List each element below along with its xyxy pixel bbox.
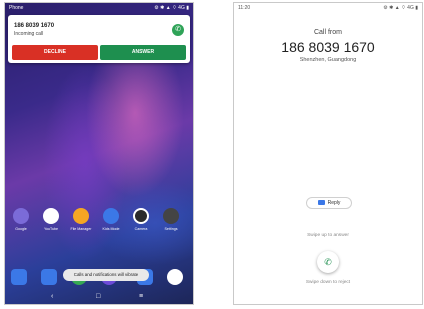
app-label: Settings	[164, 227, 178, 231]
status-icons: ⚙ ✱ ▲ ⌔ 4G ▮	[383, 5, 418, 11]
camera-icon	[133, 208, 149, 224]
swipe-up-hint: Swipe up to answer	[307, 233, 349, 238]
phone-app-icon[interactable]	[11, 269, 27, 285]
vibrate-toast: Calls and notifications will vibrate	[63, 269, 149, 281]
app-label: Camera	[134, 227, 148, 231]
folder-icon	[73, 208, 89, 224]
phone-screen-incoming-call: 11:20 ⚙ ✱ ▲ ⌔ 4G ▮ Call from 186 8039 16…	[233, 2, 423, 305]
incoming-call-notification[interactable]: 186 8039 1670 Incoming call ✆ DECLINE AN…	[8, 15, 190, 63]
answer-call-handle[interactable]: ✆	[317, 251, 339, 273]
call-from-label: Call from	[313, 29, 342, 36]
kids-mode-icon	[103, 208, 119, 224]
message-icon	[317, 200, 325, 206]
app-google[interactable]: Google	[7, 208, 35, 231]
decline-button[interactable]: DECLINE	[12, 45, 98, 60]
status-app-label: Phone	[9, 5, 24, 11]
app-label: YouTube	[43, 227, 59, 231]
phone-icon: ✆	[172, 24, 184, 36]
app-row: Google YouTube File Manager Kids Mode Ca…	[5, 208, 193, 238]
incoming-call-label: Incoming call	[14, 31, 44, 37]
recent-apps-button[interactable]: ≡	[139, 293, 143, 300]
app-file-manager[interactable]: File Manager	[67, 208, 95, 231]
app-label: Kids Mode	[102, 227, 120, 231]
status-time: 11:20	[238, 5, 251, 11]
play-store-icon[interactable]	[167, 269, 183, 285]
app-settings[interactable]: Settings	[157, 208, 185, 231]
phone-icon: ✆	[324, 257, 332, 267]
home-button[interactable]: □	[96, 293, 100, 300]
caller-number: 186 8039 1670	[14, 23, 55, 29]
status-bar: Phone ⚙ ✱ ▲ ⌔ 4G ▮	[5, 3, 193, 13]
reply-label: Reply	[327, 200, 341, 206]
caller-location: Shenzhen, Guangdong	[299, 57, 357, 63]
messages-app-icon[interactable]	[41, 269, 57, 285]
back-button[interactable]: ‹	[51, 293, 53, 300]
app-kids-mode[interactable]: Kids Mode	[97, 208, 125, 231]
caller-number: 186 8039 1670	[281, 39, 375, 55]
app-label: Google	[15, 227, 27, 231]
youtube-icon	[43, 208, 59, 224]
google-folder-icon	[13, 208, 29, 224]
swipe-down-hint: Swipe down to reject	[305, 280, 351, 285]
phone-screen-incoming-notification: Phone ⚙ ✱ ▲ ⌔ 4G ▮ 186 8039 1670 Incomin…	[4, 2, 194, 305]
status-icons: ⚙ ✱ ▲ ⌔ 4G ▮	[154, 5, 189, 11]
gear-icon	[163, 208, 179, 224]
navigation-bar: ‹ □ ≡	[5, 292, 193, 304]
status-bar: 11:20 ⚙ ✱ ▲ ⌔ 4G ▮	[238, 5, 418, 13]
answer-button[interactable]: ANSWER	[100, 45, 186, 60]
app-youtube[interactable]: YouTube	[37, 208, 65, 231]
app-camera[interactable]: Camera	[127, 208, 155, 231]
reply-button[interactable]: Reply	[306, 197, 352, 209]
app-label: File Manager	[70, 227, 92, 231]
